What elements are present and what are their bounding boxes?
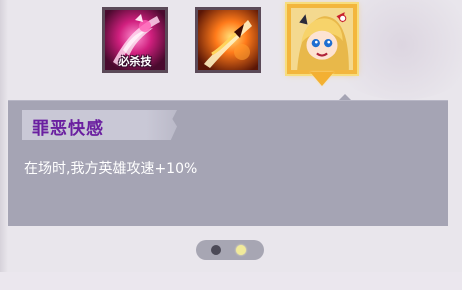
skill-detail-panel: 罪恶快感 在场时,我方英雄攻速+10% [8, 100, 448, 226]
skill-description: 在场时,我方英雄攻速+10% [24, 161, 198, 177]
skill-detail-screen: 必杀技 罪恶快感 在场时,我方英雄攻速+10% [0, 0, 462, 290]
skill-icon-ultimate[interactable]: 必杀技 [102, 7, 168, 73]
page-indicator [196, 240, 264, 260]
skill-icon-hero-portrait[interactable] [287, 4, 357, 74]
edge-decoration [0, 0, 8, 290]
fire-slash-icon [198, 10, 258, 70]
page-dot-2-active[interactable] [236, 245, 246, 255]
hero-portrait-icon [291, 8, 353, 70]
skill-icon-fire[interactable] [195, 7, 261, 73]
skill-title: 罪恶快感 [32, 119, 104, 139]
selection-arrow-icon [310, 72, 334, 86]
page-dot-1[interactable] [211, 245, 221, 255]
ultimate-tag: 必杀技 [118, 55, 152, 68]
